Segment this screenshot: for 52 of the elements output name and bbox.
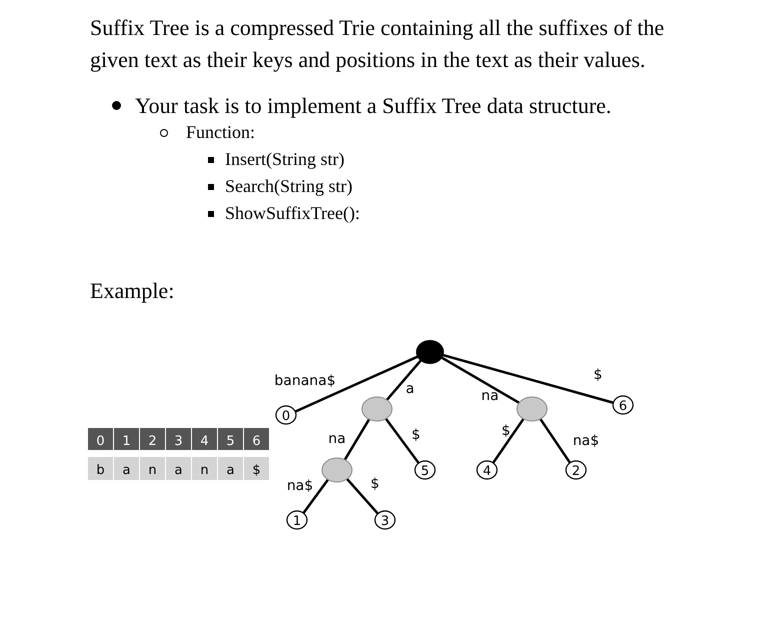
internal-node [362,396,392,422]
edge-label: $ [502,423,510,439]
leaf-node: 3 [374,510,396,530]
edge-label: $ [370,476,380,492]
character-cell: n [192,457,217,480]
edge-label: na [328,431,346,447]
edge-label: $ [594,367,602,383]
list-item-text: Your task is to implement a Suffix Tree data structure. [135,92,612,119]
character-cell: n [140,457,165,480]
leaf-node: 1 [286,510,308,530]
list-item-text: Function: [186,121,256,144]
character-cell: a [166,457,191,480]
list-item-text: ShowSuffixTree(): [225,202,360,225]
index-cell: 3 [166,428,191,450]
internal-node [516,396,548,422]
character-cell: $ [244,457,269,480]
index-cell: 2 [140,428,165,450]
root-node [416,340,444,364]
bullet-icon [208,184,214,190]
bullet-icon [160,128,168,136]
tree-edge [539,418,572,464]
leaf-node: 0 [275,405,297,425]
edge-label: $ [412,427,420,443]
edge-label: na$ [286,478,314,494]
tree-edge [346,478,380,515]
bullet-icon [112,101,121,110]
index-cell: 5 [218,428,243,450]
leaf-node: 6 [612,395,634,415]
bullet-icon [208,210,214,216]
intro-paragraph: Suffix Tree is a compressed Trie containing all the suffixes of the given text as their keys and positions in the text as their values. [90,14,666,74]
example-heading: Example: [90,277,176,305]
index-cell: 4 [192,428,217,450]
tree-edge [492,418,525,464]
character-cell: b [88,457,113,480]
tree-edge [384,418,420,464]
edge-label: na [481,388,499,404]
index-cell: 0 [88,428,113,450]
leaf-node: 5 [414,460,436,480]
edge-label: a [406,381,414,397]
character-cell: a [114,457,139,480]
edge-label: na$ [572,433,600,449]
tree-edge [344,418,370,461]
edge-label: banana$ [274,373,336,389]
character-cell: a [218,457,243,480]
list-item-text: Insert(String str) [225,148,344,171]
list-item-text: Search(String str) [225,175,352,198]
bullet-icon [208,156,214,162]
internal-node [322,458,352,482]
index-cell: 1 [114,428,139,450]
index-cell: 6 [244,428,269,450]
leaf-node: 4 [476,460,498,480]
leaf-node: 2 [565,460,587,480]
